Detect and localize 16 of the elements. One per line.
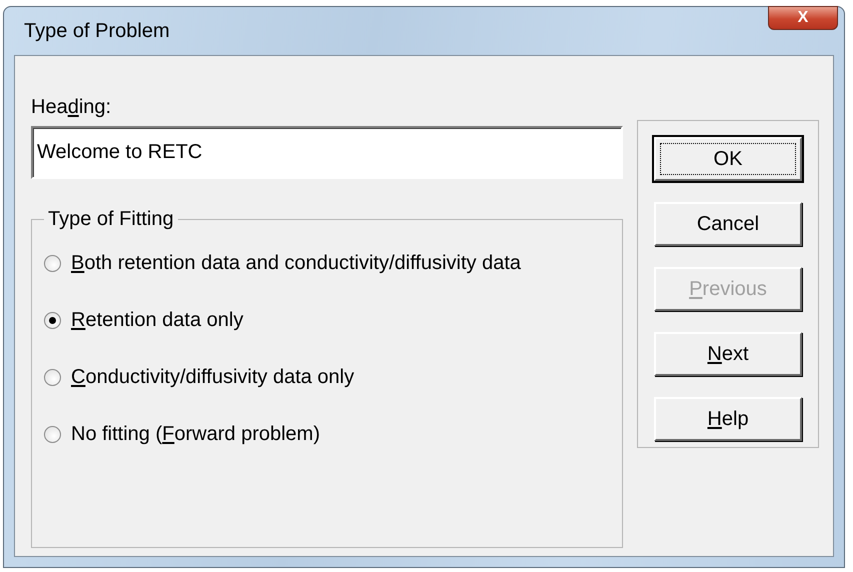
radio-label[interactable]: No fitting (Forward problem): [71, 419, 320, 449]
dialog-button[interactable]: Cancel: [654, 202, 802, 246]
close-button[interactable]: X: [768, 6, 838, 30]
heading-label: Heading:: [31, 95, 112, 120]
heading-field[interactable]: Welcome to RETC: [31, 126, 623, 179]
radio-label[interactable]: Conductivity/diffusivity data only: [71, 362, 354, 392]
radio-button[interactable]: [44, 312, 61, 328]
window-title: Type of Problem: [24, 19, 170, 44]
dialog-button[interactable]: OK: [654, 137, 802, 181]
radio-label[interactable]: Both retention data and conductivity/diffusivity data: [71, 248, 521, 278]
dialog-button[interactable]: Next: [654, 332, 802, 376]
radio-button[interactable]: [44, 254, 61, 272]
radio-button[interactable]: [44, 368, 61, 386]
radio-button[interactable]: [44, 426, 61, 442]
radio-label[interactable]: Retention data only: [71, 305, 244, 335]
dialog-button[interactable]: Help: [654, 397, 802, 441]
